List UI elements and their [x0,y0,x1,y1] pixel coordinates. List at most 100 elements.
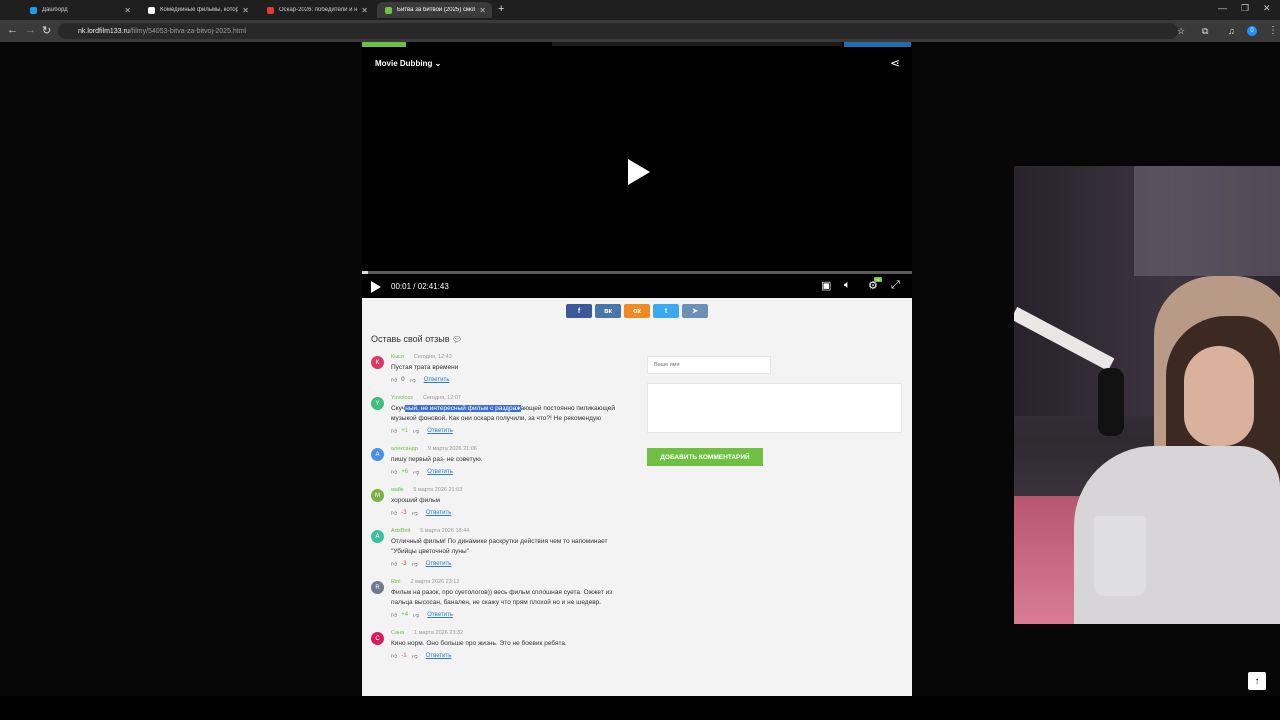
telegram-icon[interactable]: ➤ [682,304,708,318]
top-strip-dark [552,42,842,46]
comment-author[interactable]: ArtsBelt [391,528,410,534]
close-tab-icon[interactable]: ✕ [124,6,131,15]
add-comment-button[interactable]: ДОБАВИТЬ КОММЕНТАРИЙ [647,448,763,466]
thumbs-down-icon[interactable]: 👎︎ [413,427,419,435]
extensions-icon[interactable]: ⧉ [1202,26,1208,37]
comment-item: K Кыся Сегодня, 12:43 Пустая трата времени 👍… [371,354,631,386]
browser-tab[interactable]: Оскар-2026: победители и но ✕ [259,2,374,18]
dubbing-selector[interactable]: Movie Dubbing ⌄ [375,59,441,68]
fullscreen-icon[interactable]: ⤢ [891,279,900,292]
minimize-icon[interactable]: — [1218,3,1227,13]
comment-item: A ArtsBelt 5 марта 2026 18:44 Отличный филь… [371,528,631,570]
thumbs-down-icon[interactable]: 👎︎ [412,560,418,568]
hd-badge: HD [874,277,882,282]
webcam-light [1134,166,1280,276]
reply-link[interactable]: Ответить [427,469,453,475]
media-icon[interactable]: ♫ [1228,26,1235,36]
new-tab-button[interactable]: + [498,3,504,15]
comment-author[interactable]: Yuvoloss [391,395,413,401]
thumbs-up-icon[interactable]: 👍︎ [391,376,397,384]
volume-icon[interactable]: 🔈︎ [844,279,851,292]
vk-icon[interactable]: вк [595,304,621,318]
bookmark-star-icon[interactable]: ☆ [1177,26,1185,37]
browser-tab-bar: Дашборд ✕ Комедийные фильмы, которые ✕ Оскар… [0,0,1280,20]
thumbs-down-icon[interactable]: 👎︎ [410,376,416,384]
comment-date: Сегодня, 12:43 [413,354,452,360]
reply-link[interactable]: Ответить [426,561,452,567]
comment-author[interactable]: александр [391,446,418,452]
reply-link[interactable]: Ответить [426,510,452,516]
browser-tab[interactable]: Битва за битвой (2025) смотре ✕ [377,2,492,18]
comment-item: R Rini 2 марта 2026 23:12 Фильм на разок, п… [371,579,631,621]
back-icon[interactable]: ← [7,24,18,36]
comment-score: 0 [401,377,405,383]
thumbs-down-icon[interactable]: 👎︎ [413,468,419,476]
thumbs-up-icon[interactable]: 👍︎ [391,652,397,660]
thumbs-up-icon[interactable]: 👍︎ [391,468,397,476]
odnoklassniki-icon[interactable]: ок [624,304,650,318]
reply-link[interactable]: Ответить [427,428,453,434]
big-play-icon[interactable] [628,159,650,185]
tab-title: Оскар-2026: победители и но [279,7,358,13]
bottom-bar [0,696,1280,720]
top-strip-green [362,42,406,47]
browser-tab[interactable]: Дашборд ✕ [22,2,137,18]
comment-score: +1 [401,428,409,434]
comment-text: пишу первый раз- не советую. [391,455,631,465]
close-tab-icon[interactable]: ✕ [242,6,249,15]
maximize-icon[interactable]: ❐ [1241,3,1249,14]
name-input[interactable] [647,356,771,374]
url-domain: nk.lordfilm133.ru [78,27,130,35]
reload-icon[interactable]: ↻ [42,24,51,37]
tab-title: Битва за битвой (2025) смотре [397,7,476,13]
dubbing-label: Movie Dubbing [375,59,433,68]
reply-link[interactable]: Ответить [427,612,453,618]
progress-bar[interactable] [362,271,912,274]
thumbs-up-icon[interactable]: 👍︎ [391,611,397,619]
thumbs-down-icon[interactable]: 👎︎ [412,652,418,660]
comment-text-part: Кино норм. Оно больше про жизнь. Это не … [391,640,567,647]
comment-author[interactable]: майк [391,487,403,493]
comment-date: 1 марта 2026 23:32 [414,630,464,636]
comment-date: 2 марта 2026 23:12 [410,579,460,585]
comment-item: Y Yuvoloss Сегодня, 12:07 Скучный, не интер… [371,395,631,437]
comment-text: Пустая трата времени [391,363,631,373]
comment-text-part: Пустая трата времени [391,364,459,371]
comment-text: Отличный фильм! По динамике раскрутки де… [391,537,631,557]
reply-link[interactable]: Ответить [426,653,452,659]
facebook-icon[interactable]: f [566,304,592,318]
pip-icon[interactable]: ▣ [821,279,831,292]
twitter-icon[interactable]: t [653,304,679,318]
comments-list: K Кыся Сегодня, 12:43 Пустая трата времени 👍… [371,354,631,671]
thumbs-up-icon[interactable]: 👍︎ [391,427,397,435]
comment-author[interactable]: Саня [391,630,404,636]
thumbs-up-icon[interactable]: 👍︎ [391,560,397,568]
url-field[interactable]: nk.lordfilm133.ru/filmy/54053-bitva-za-b… [58,23,1178,39]
browser-menu-icon[interactable]: ⋮ [1268,25,1278,36]
reply-link[interactable]: Ответить [424,377,450,383]
video-player[interactable]: Movie Dubbing ⌄ ⋖ 00:01 / 02:41:43 ▣ 🔈︎ … [362,42,912,298]
comment-score: -1 [401,653,407,659]
comment-text: Скучный, не интересный фильм с раздражаю… [391,404,631,424]
comment-item: C Саня 1 марта 2026 23:32 Кино норм. Оно бо… [371,630,631,662]
comment-author[interactable]: Кыся [391,354,404,360]
share-icon[interactable]: ⋖ [890,56,900,70]
thumbs-up-icon[interactable]: 👍︎ [391,509,397,517]
top-strip-blue [844,42,911,47]
comment-text: хороший фильм [391,496,631,506]
play-icon[interactable] [371,281,381,293]
comment-author[interactable]: Rini [391,579,400,585]
tab-title: Комедийные фильмы, которые [160,7,239,13]
close-tab-icon[interactable]: ✕ [479,6,486,15]
forward-icon[interactable]: → [25,24,36,36]
comment-textarea[interactable] [647,383,902,433]
scroll-to-top-button[interactable]: ↑ [1248,672,1266,690]
close-window-icon[interactable]: ✕ [1263,3,1271,14]
comment-text-part: Скуч [391,405,406,412]
close-tab-icon[interactable]: ✕ [361,6,368,15]
browser-tab[interactable]: Комедийные фильмы, которые ✕ [140,2,255,18]
progress-fill [362,271,368,274]
thumbs-down-icon[interactable]: 👎︎ [413,611,419,619]
thumbs-down-icon[interactable]: 👎︎ [412,509,418,517]
profile-avatar[interactable]: 0 [1247,26,1257,36]
